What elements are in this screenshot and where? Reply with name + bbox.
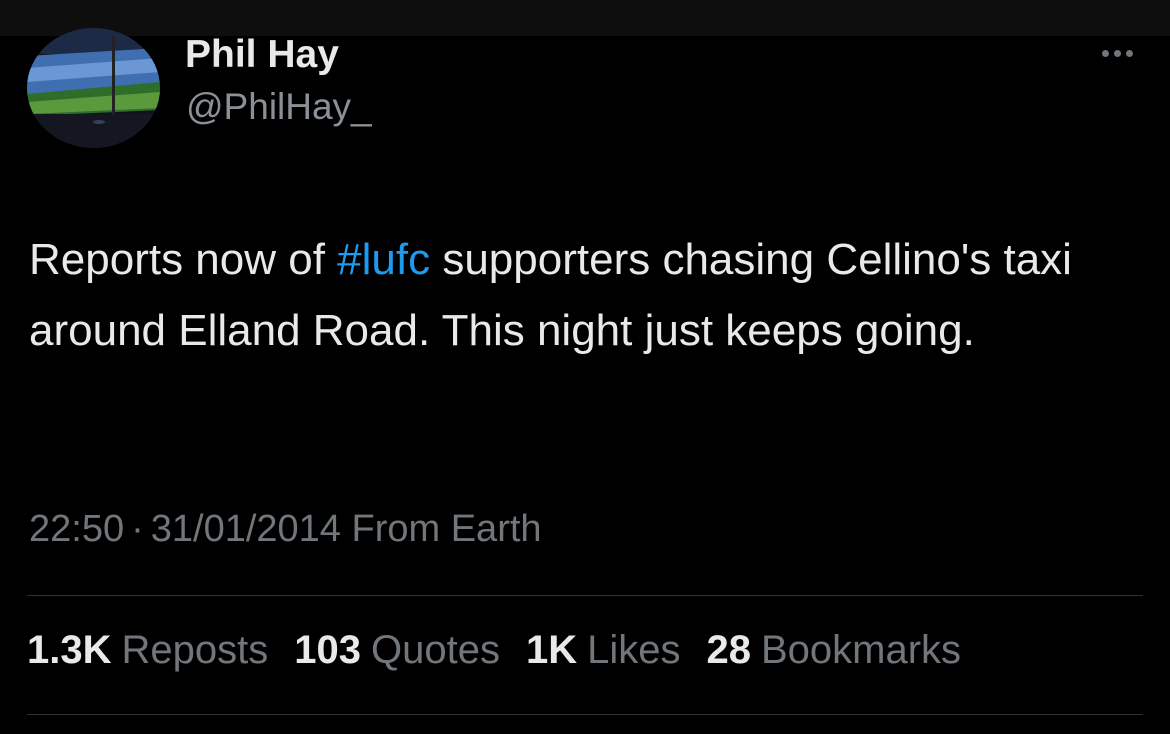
bookmarks-count: 28: [706, 628, 752, 672]
meta-separator: ·: [131, 508, 144, 550]
tweet-time[interactable]: 22:50: [29, 508, 124, 550]
more-horizontal-icon: [1101, 49, 1109, 57]
tweet-text-before: Reports now of: [29, 235, 338, 284]
divider: [27, 595, 1143, 596]
more-horizontal-icon: [1125, 49, 1133, 57]
tweet-text: Reports now of #lufc supporters chasing …: [29, 224, 1149, 366]
quotes-count: 103: [294, 628, 361, 672]
bookmarks-stat[interactable]: 28 Bookmarks: [707, 628, 962, 673]
author-display-name[interactable]: Phil Hay: [185, 33, 339, 77]
bookmarks-label: Bookmarks: [761, 628, 962, 672]
divider: [27, 714, 1143, 715]
tweet-date[interactable]: 31/01/2014: [151, 508, 341, 550]
reposts-label: Reposts: [121, 628, 269, 672]
more-options-button[interactable]: [1090, 38, 1144, 68]
avatar[interactable]: [27, 28, 160, 148]
engagement-stats: 1.3K Reposts 103 Quotes 1K Likes 28 Bookmark…: [27, 628, 961, 673]
stadium-photo-avatar-icon: [27, 28, 160, 148]
quotes-stat[interactable]: 103 Quotes: [294, 628, 500, 673]
likes-count: 1K: [525, 628, 578, 672]
top-bar: [0, 0, 1170, 36]
author-handle[interactable]: @PhilHay_: [186, 86, 372, 128]
likes-stat[interactable]: 1K Likes: [526, 628, 681, 673]
hashtag-link[interactable]: #lufc: [337, 235, 430, 284]
reposts-count: 1.3K: [27, 628, 112, 672]
likes-label: Likes: [587, 628, 681, 672]
tweet-meta: 22:50 · 31/01/2014 From Earth: [29, 508, 542, 551]
quotes-label: Quotes: [371, 628, 500, 672]
tweet-source: From Earth: [351, 508, 542, 550]
reposts-stat[interactable]: 1.3K Reposts: [27, 628, 268, 673]
more-horizontal-icon: [1113, 49, 1121, 57]
